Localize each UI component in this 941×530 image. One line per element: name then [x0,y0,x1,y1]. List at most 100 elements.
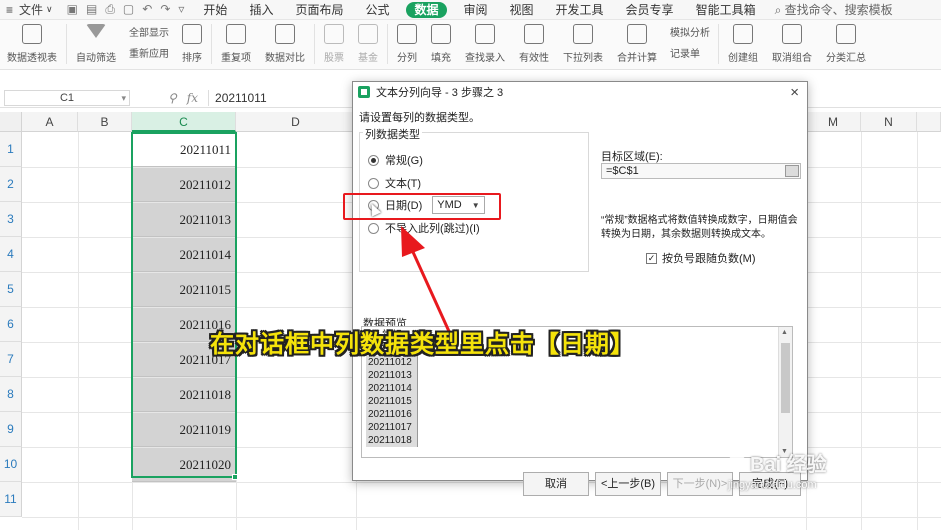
preview-icon[interactable]: ▢ [123,2,134,17]
cell-c2[interactable]: 20211012 [132,168,236,202]
cell-c9[interactable]: 20211019 [132,413,236,447]
stock-button[interactable]: 股票 [317,24,351,64]
select-all-corner[interactable] [0,112,22,132]
tab-data[interactable]: 数据 [406,1,447,18]
tab-review[interactable]: 审阅 [453,0,499,20]
reapply-button[interactable]: 重新应用 [129,45,169,60]
row-header[interactable]: 4 [0,237,22,272]
radio-general[interactable]: 常规(G) [368,152,423,168]
name-box[interactable]: C1 ▾ [4,89,130,106]
dialog-body: 请设置每列的数据类型。 列数据类型 常规(G) 文本(T) 日期(D) YMD … [353,102,809,496]
cell-c3[interactable]: 20211013 [132,203,236,237]
cell-c1[interactable]: 20211011 [132,133,236,167]
pivot-table-button[interactable]: 数据透视表 [0,24,64,64]
ribbon-divider [211,24,212,64]
row-header[interactable]: 2 [0,167,22,202]
more-icon[interactable]: ▿ [178,2,184,17]
row-header[interactable]: 9 [0,412,22,447]
radio-date[interactable]: 日期(D) YMD ▼ [368,196,485,214]
cell-c8[interactable]: 20211018 [132,378,236,412]
column-header-m[interactable]: M [806,112,861,132]
redo-icon[interactable]: ↷ [160,2,170,17]
save-icon[interactable]: ▣ [67,2,78,17]
consolidate-button[interactable]: 合并计算 [610,24,664,64]
column-header-n[interactable]: N [861,112,917,132]
lookup-entry-button[interactable]: 查找录入 [458,24,512,64]
tab-member[interactable]: 会员专享 [615,0,685,20]
formula-input[interactable]: 20211011 [208,89,267,106]
column-data-format-label: 列数据类型 [363,126,422,142]
scroll-up-icon[interactable]: ▲ [781,329,788,336]
sort-button[interactable]: 排序 [175,24,209,64]
radio-skip-column[interactable]: 不导入此列(跳过)(I) [368,220,480,236]
subtotal-button[interactable]: 分类汇总 [819,24,873,64]
show-all-button[interactable]: 全部显示 [129,24,169,39]
undo-icon[interactable]: ↶ [142,2,152,17]
tab-view[interactable]: 视图 [499,0,545,20]
row-header[interactable]: 3 [0,202,22,237]
column-header-c[interactable]: C [132,112,236,132]
what-if-analysis-button[interactable]: 模拟分析 [670,24,710,39]
column-header-a[interactable]: A [22,112,78,132]
row-header[interactable]: 7 [0,342,22,377]
tab-formula[interactable]: 公式 [354,0,400,20]
data-compare-icon [275,24,295,44]
fund-button[interactable]: 基金 [351,24,385,64]
duplicates-icon [226,24,246,44]
cell-c5[interactable]: 20211015 [132,273,236,307]
row-header[interactable]: 11 [0,482,22,517]
cell-c4[interactable]: 20211014 [132,238,236,272]
trailing-minus-checkbox[interactable]: ✓ 按负号跟随负数(M) [646,250,756,266]
export-icon[interactable]: ▤ [86,2,97,17]
back-button[interactable]: <上一步(B) [595,472,661,496]
print-icon[interactable]: ⎙ [105,2,115,17]
command-search[interactable]: ⌕ 查找命令、搜索模板 [775,1,893,18]
next-button[interactable]: 下一步(N)> [667,472,733,496]
auto-filter-label: 自动筛选 [76,53,116,64]
row-header[interactable]: 8 [0,377,22,412]
ungroup-button[interactable]: 取消组合 [765,24,819,64]
date-format-select[interactable]: YMD ▼ [432,196,485,214]
data-compare-button[interactable]: 数据对比 [258,24,312,64]
column-header-b[interactable]: B [78,112,132,132]
row-header[interactable]: 6 [0,307,22,342]
scroll-thumb[interactable] [781,343,790,413]
duplicates-button[interactable]: 重复项 [214,24,258,64]
lookup-entry-label: 查找录入 [465,53,505,64]
file-menu[interactable]: ≡ 文件 ∨ [0,1,59,18]
fill-handle[interactable] [232,474,238,480]
cell-c10[interactable]: 20211020 [132,448,236,482]
ribbon-divider [314,24,315,64]
tab-developer[interactable]: 开发工具 [545,0,615,20]
tab-insert[interactable]: 插入 [238,0,284,20]
destination-input[interactable]: =$C$1 [601,163,801,179]
row-header[interactable]: 5 [0,272,22,307]
range-picker-icon[interactable] [785,165,799,177]
ungroup-icon [782,24,802,44]
paw-icon [728,453,746,472]
tab-smart-toolbox[interactable]: 智能工具箱 [685,0,767,20]
tab-start[interactable]: 开始 [192,0,238,20]
zoom-icon[interactable]: ⚲ [168,91,177,105]
cancel-button[interactable]: 取消 [523,472,589,496]
record-form-button[interactable]: 记录单 [670,45,710,60]
fx-icon[interactable]: fx [187,91,198,105]
tab-page-layout[interactable]: 页面布局 [284,0,354,20]
split-column-button[interactable]: 分列 [390,24,424,64]
row-header[interactable]: 10 [0,447,22,482]
row-header[interactable]: 1 [0,132,22,167]
fill-button[interactable]: 填充 [424,24,458,64]
column-header-d[interactable]: D [236,112,356,132]
validation-button[interactable]: 有效性 [512,24,556,64]
auto-filter-button[interactable]: 自动筛选 [69,24,123,64]
column-header-o[interactable] [917,112,941,132]
create-group-button[interactable]: 创建组 [721,24,765,64]
close-icon[interactable]: × [790,84,799,101]
dropdown-list-button[interactable]: 下拉列表 [556,24,610,64]
preview-scrollbar[interactable]: ▲ ▼ [778,327,792,457]
radio-text[interactable]: 文本(T) [368,175,421,191]
dropdown-list-icon [573,24,593,44]
search-icon: ⌕ [774,3,782,17]
dialog-title-bar[interactable]: 文本分列向导 - 3 步骤之 3 × [353,82,807,102]
sort-label: 排序 [182,53,202,64]
